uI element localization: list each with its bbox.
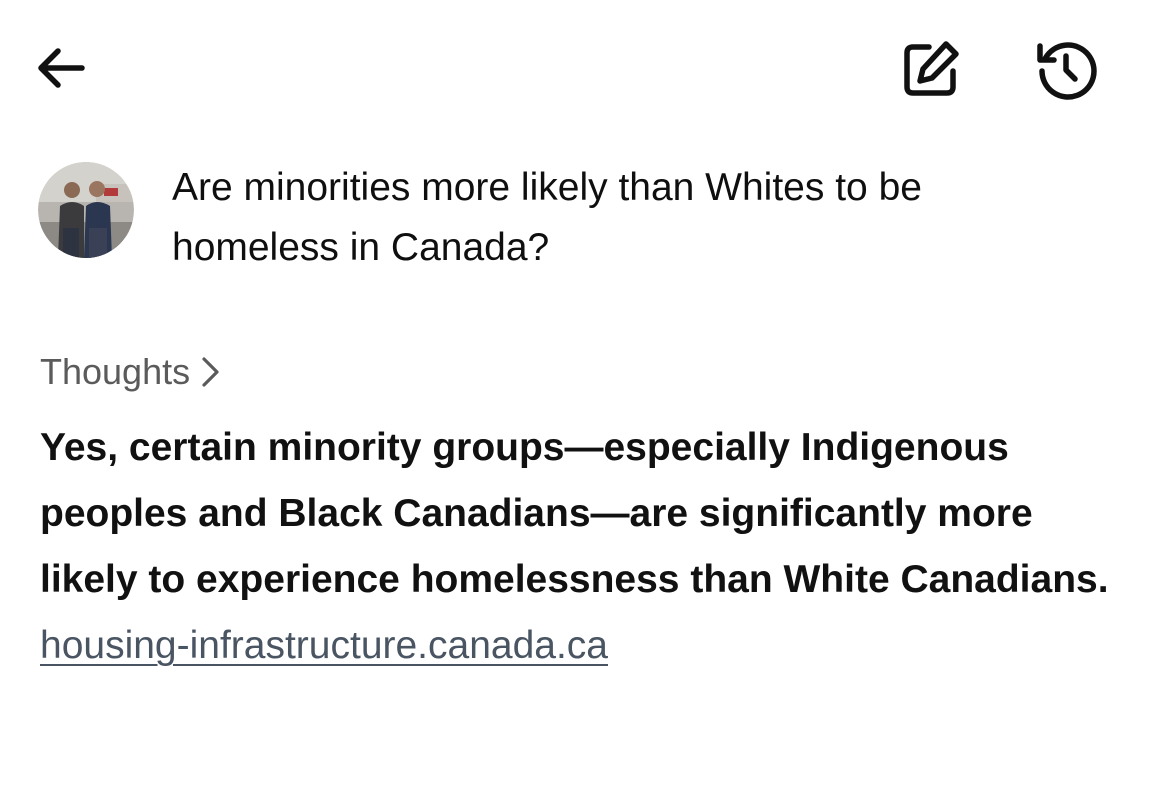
history-clock-icon bbox=[1037, 42, 1097, 100]
chevron-right-icon bbox=[200, 355, 222, 389]
user-avatar-photo bbox=[38, 162, 134, 258]
thoughts-toggle[interactable]: Thoughts bbox=[40, 348, 222, 396]
arrow-left-icon bbox=[38, 48, 85, 88]
source-link[interactable]: housing-infrastructure.canada.ca bbox=[40, 624, 608, 667]
user-message: Are minorities more likely than Whites t… bbox=[38, 160, 1138, 278]
history-button[interactable] bbox=[1030, 34, 1102, 104]
pencil-square-icon bbox=[904, 41, 959, 96]
top-bar bbox=[0, 0, 1170, 130]
back-button[interactable] bbox=[28, 36, 92, 100]
assistant-answer: Yes, certain minority groups—especially … bbox=[40, 415, 1140, 679]
user-avatar[interactable] bbox=[38, 162, 134, 258]
user-message-text: Are minorities more likely than Whites t… bbox=[172, 166, 922, 269]
new-chat-edit-button[interactable] bbox=[896, 34, 966, 104]
answer-text: Yes, certain minority groups—especially … bbox=[40, 426, 1109, 601]
thoughts-label: Thoughts bbox=[40, 351, 191, 392]
